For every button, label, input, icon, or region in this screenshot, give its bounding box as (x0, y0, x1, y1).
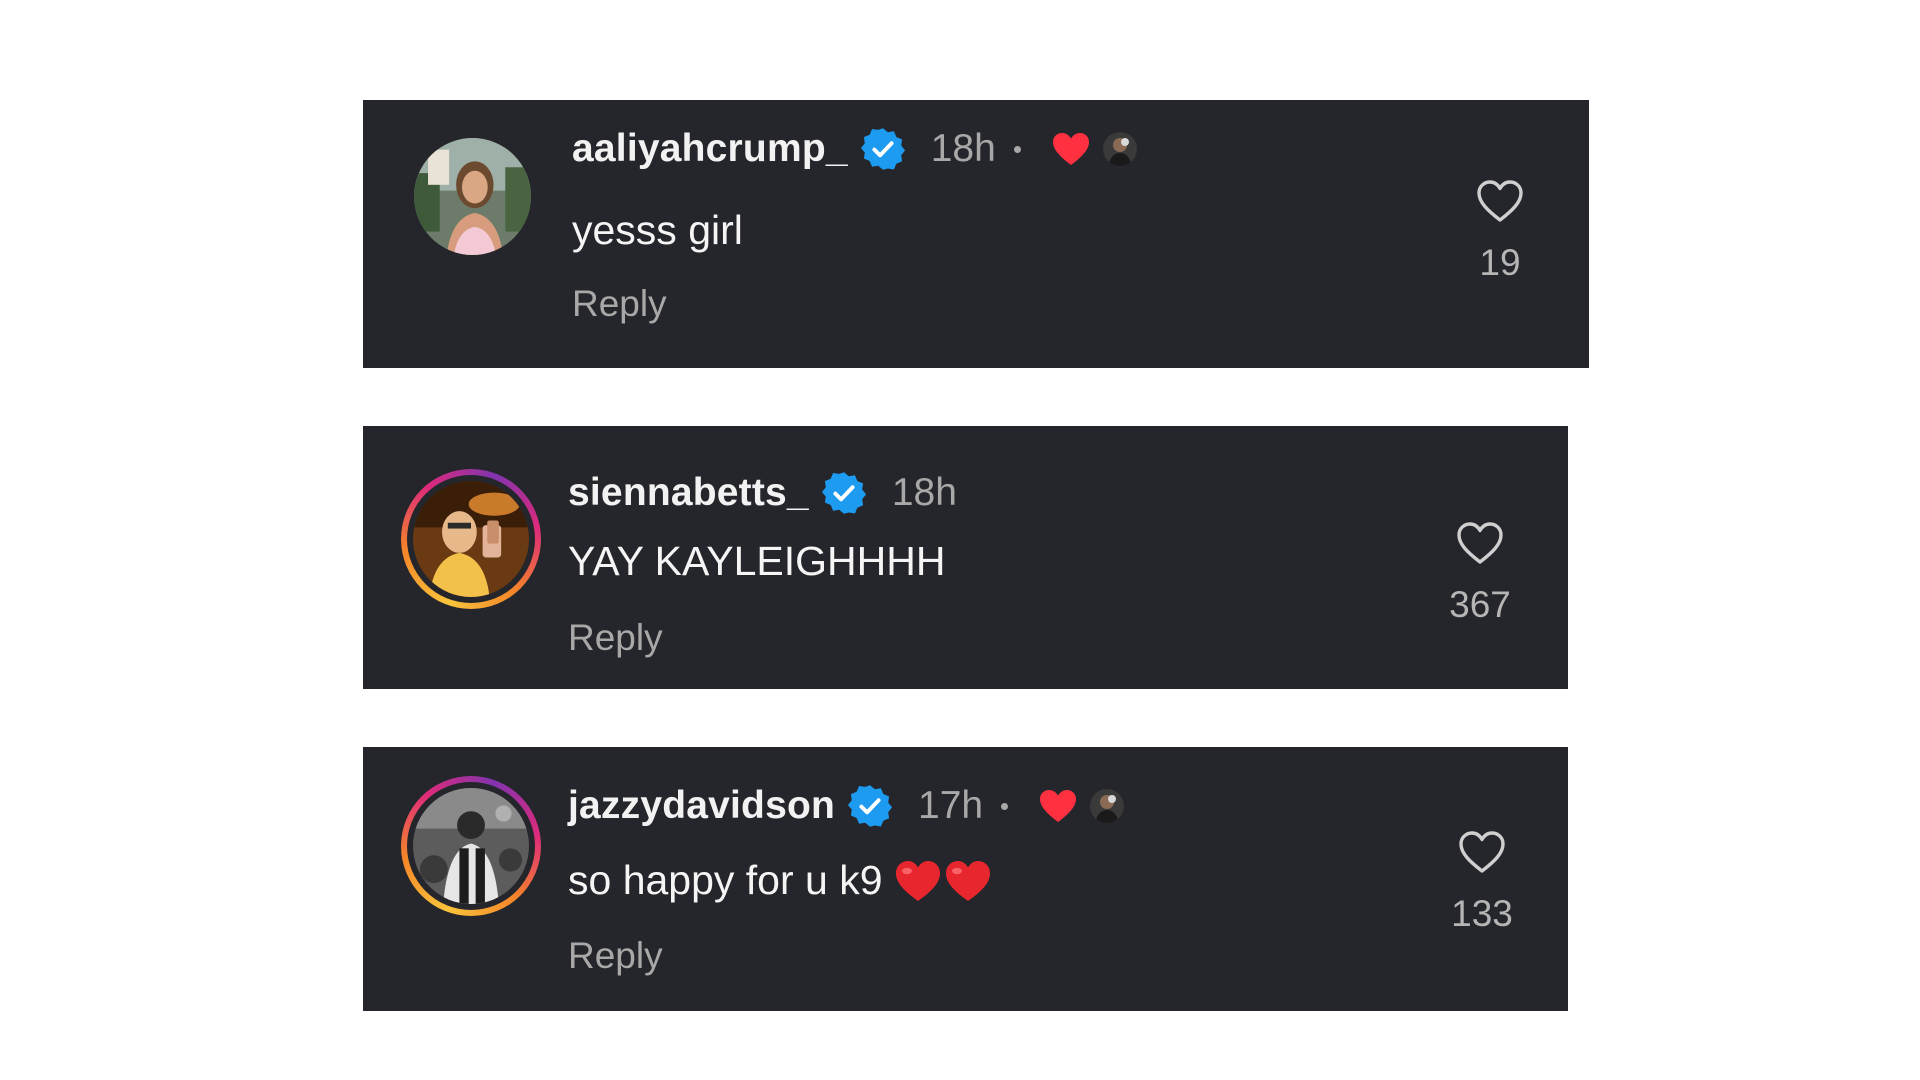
avatar (413, 788, 529, 904)
story-ring[interactable] (401, 776, 541, 916)
avatar-photo (413, 481, 529, 597)
creator-avatar (1102, 132, 1137, 166)
verified-badge-icon (860, 126, 906, 172)
comment-text: yesss girl (572, 207, 743, 254)
separator-dot (1001, 802, 1009, 810)
heart-emojis (893, 858, 993, 904)
verified-badge-icon (821, 470, 867, 516)
heart-outline-icon[interactable] (1455, 520, 1505, 566)
red-heart-icon (1038, 788, 1078, 824)
comment-header: jazzydavidson 17h (568, 783, 1125, 829)
comment-card: siennabetts_ 18h YAY KAYLEIGHHHH Reply 3… (363, 426, 1568, 689)
like-column: 367 (1430, 520, 1530, 626)
comment-body: so happy for u k9 (568, 857, 883, 903)
creator-avatar (1090, 789, 1125, 823)
red-heart-emoji-icon (943, 858, 993, 904)
comment-body: YAY KAYLEIGHHHH (568, 538, 946, 584)
story-ring[interactable] (401, 469, 541, 609)
like-column: 19 (1450, 178, 1550, 284)
like-column: 133 (1432, 829, 1532, 935)
username[interactable]: siennabetts_ (568, 471, 809, 515)
comment-text: so happy for u k9 (568, 857, 993, 904)
like-count: 19 (1479, 242, 1521, 283)
comment-card: jazzydavidson 17h so happy for u k9 Repl… (363, 747, 1568, 1011)
red-heart-icon (1051, 131, 1091, 167)
comment-header: siennabetts_ 18h (568, 470, 957, 516)
comment-header: aaliyahcrump_ 18h (572, 126, 1137, 172)
username[interactable]: aaliyahcrump_ (572, 127, 848, 171)
like-count: 133 (1451, 893, 1513, 934)
timestamp: 18h (891, 471, 957, 514)
reply-button[interactable]: Reply (568, 617, 663, 659)
avatar[interactable] (414, 138, 531, 255)
like-count: 367 (1449, 584, 1511, 625)
reply-button[interactable]: Reply (572, 283, 667, 325)
heart-outline-icon[interactable] (1475, 178, 1525, 224)
red-heart-emoji-icon (893, 858, 943, 904)
verified-badge-icon (847, 783, 893, 829)
timestamp: 17h (918, 784, 984, 827)
comment-text: YAY KAYLEIGHHHH (568, 538, 945, 585)
comment-card: aaliyahcrump_ 18h yesss girl Reply 19 (363, 100, 1589, 368)
avatar-photo (413, 788, 529, 904)
heart-outline-icon[interactable] (1457, 829, 1507, 875)
username[interactable]: jazzydavidson (568, 784, 835, 828)
avatar (413, 481, 529, 597)
timestamp: 18h (930, 127, 996, 170)
avatar-photo (414, 138, 531, 255)
separator-dot (1013, 145, 1021, 153)
comment-body: yesss girl (572, 207, 743, 253)
reply-button[interactable]: Reply (568, 935, 663, 977)
